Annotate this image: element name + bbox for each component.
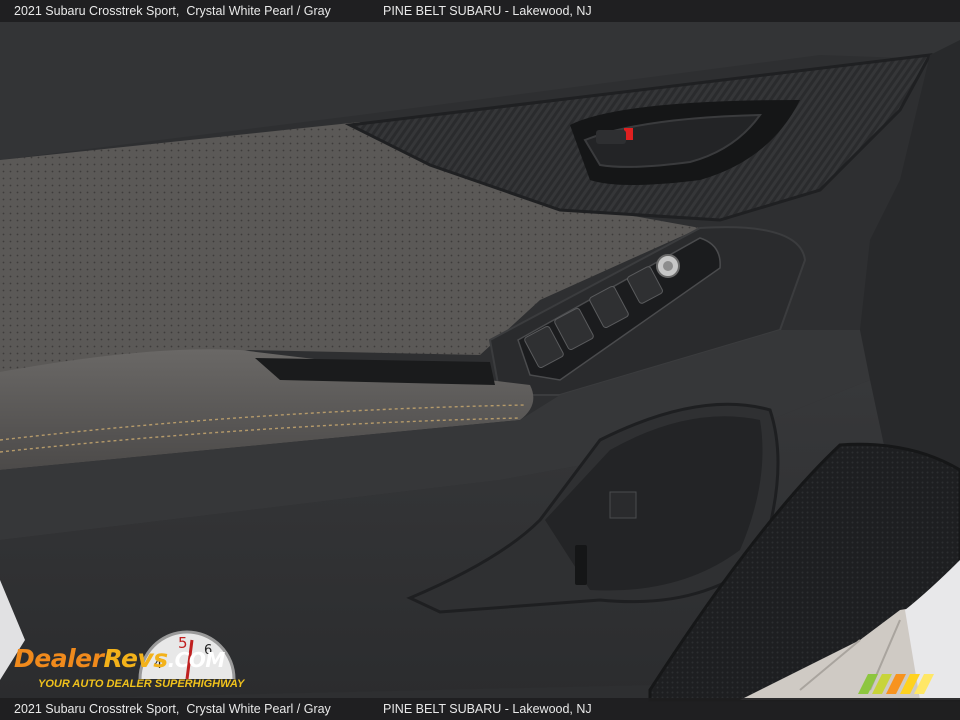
pocket-clip bbox=[575, 545, 587, 585]
logo-wordmark: DealerRevs.COM bbox=[14, 644, 225, 673]
vehicle-caption-bottom: 2021 Subaru Crosstrek Sport, Crystal Whi… bbox=[14, 698, 331, 720]
vehicle-name-top: 2021 Subaru Crosstrek Sport, bbox=[14, 4, 180, 18]
dealer-caption-top: PINE BELT SUBARU - Lakewood, NJ bbox=[383, 4, 592, 18]
lock-knob bbox=[596, 130, 626, 144]
vehicle-colors-top: Crystal White Pearl / Gray bbox=[186, 4, 331, 18]
checkered-flag-icon bbox=[858, 674, 934, 694]
vehicle-caption-top: 2021 Subaru Crosstrek Sport, Crystal Whi… bbox=[14, 0, 331, 22]
caption-bar-top: 2021 Subaru Crosstrek Sport, Crystal Whi… bbox=[0, 0, 960, 22]
logo-word-2: Revs bbox=[103, 644, 168, 673]
door-interior-photo bbox=[0, 0, 960, 720]
dealerrevs-watermark-logo: 4 5 6 DealerRevs.COM YOUR AUTO DEALER SU… bbox=[14, 624, 264, 694]
logo-word-1: Dealer bbox=[14, 644, 104, 673]
logo-tagline: YOUR AUTO DEALER SUPERHIGHWAY bbox=[38, 678, 245, 690]
vehicle-name-bottom: 2021 Subaru Crosstrek Sport, bbox=[14, 702, 180, 716]
vehicle-colors-bottom: Crystal White Pearl / Gray bbox=[186, 702, 331, 716]
dealer-caption-bottom: PINE BELT SUBARU - Lakewood, NJ bbox=[383, 702, 592, 716]
pocket-label bbox=[609, 491, 637, 519]
caption-bar-bottom: 2021 Subaru Crosstrek Sport, Crystal Whi… bbox=[0, 698, 960, 720]
logo-word-3: .COM bbox=[167, 648, 226, 672]
